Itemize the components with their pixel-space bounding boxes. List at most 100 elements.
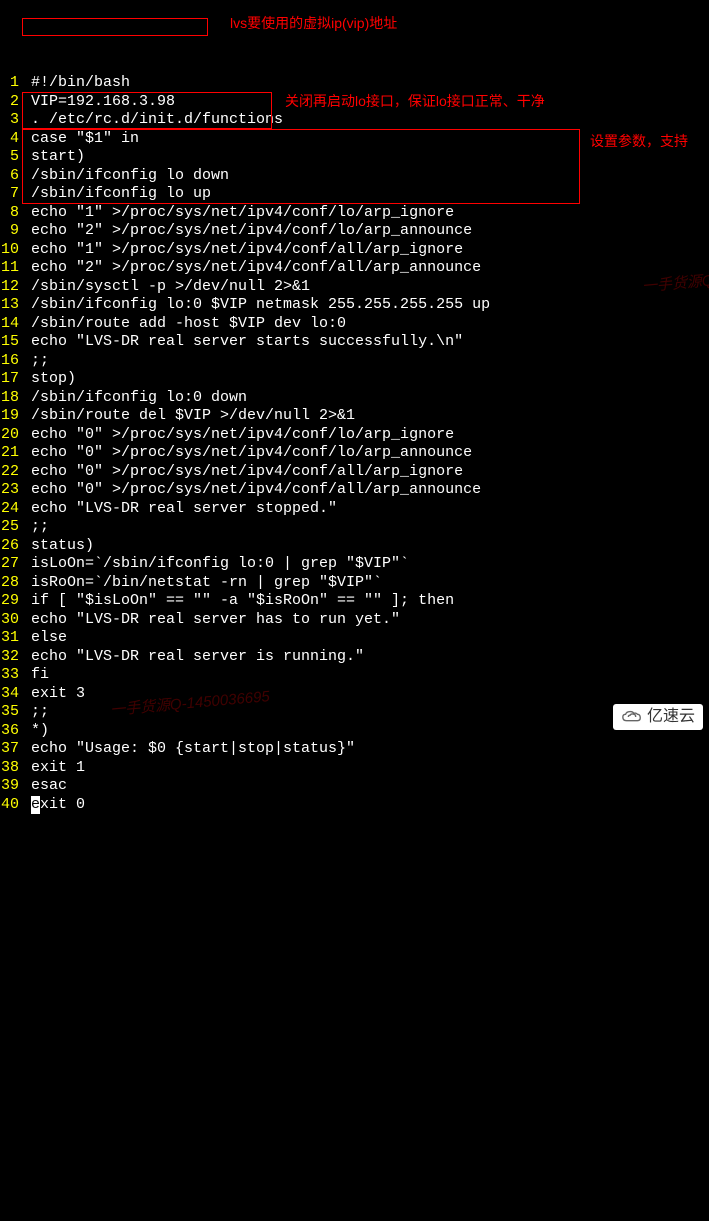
line-number: 7 [0, 185, 22, 204]
line-number: 40 [0, 796, 22, 815]
code-line: 6 /sbin/ifconfig lo down [0, 167, 709, 186]
annotation-ifconfig: 关闭再启动lo接口，保证lo接口正常、干净 [285, 92, 545, 111]
code-text: status) [22, 537, 709, 556]
code-text: /sbin/ifconfig lo:0 down [22, 389, 709, 408]
code-text: /sbin/ifconfig lo up [22, 185, 709, 204]
line-number: 34 [0, 685, 22, 704]
code-line: 27 isLoOn=`/sbin/ifconfig lo:0 | grep "$… [0, 555, 709, 574]
code-text: echo "LVS-DR real server is running." [22, 648, 709, 667]
line-number: 33 [0, 666, 22, 685]
code-line: 8 echo "1" >/proc/sys/net/ipv4/conf/lo/a… [0, 204, 709, 223]
code-text: echo "0" >/proc/sys/net/ipv4/conf/all/ar… [22, 463, 709, 482]
line-number: 39 [0, 777, 22, 796]
line-number: 36 [0, 722, 22, 741]
line-number: 27 [0, 555, 22, 574]
line-number: 1 [0, 74, 22, 93]
code-line: 16 ;; [0, 352, 709, 371]
code-line: 31 else [0, 629, 709, 648]
code-line: 28 isRoOn=`/bin/netstat -rn | grep "$VIP… [0, 574, 709, 593]
line-number: 8 [0, 204, 22, 223]
line-number: 2 [0, 93, 22, 112]
line-number: 38 [0, 759, 22, 778]
line-number: 10 [0, 241, 22, 260]
code-line: 24 echo "LVS-DR real server stopped." [0, 500, 709, 519]
code-text: echo "2" >/proc/sys/net/ipv4/conf/lo/arp… [22, 222, 709, 241]
code-text: isLoOn=`/sbin/ifconfig lo:0 | grep "$VIP… [22, 555, 709, 574]
code-text: /sbin/sysctl -p >/dev/null 2>&1 [22, 278, 709, 297]
line-number: 20 [0, 426, 22, 445]
code-line: 10 echo "1" >/proc/sys/net/ipv4/conf/all… [0, 241, 709, 260]
line-number: 4 [0, 130, 22, 149]
line-number: 16 [0, 352, 22, 371]
line-number: 17 [0, 370, 22, 389]
code-text: echo "1" >/proc/sys/net/ipv4/conf/all/ar… [22, 241, 709, 260]
logo-yisuyun: 亿速云 [613, 704, 703, 731]
code-text: exit 3 [22, 685, 709, 704]
code-line: 11 echo "2" >/proc/sys/net/ipv4/conf/all… [0, 259, 709, 278]
code-line: 23 echo "0" >/proc/sys/net/ipv4/conf/all… [0, 481, 709, 500]
code-text: echo "2" >/proc/sys/net/ipv4/conf/all/ar… [22, 259, 709, 278]
code-line: 37 echo "Usage: $0 {start|stop|status}" [0, 740, 709, 759]
code-line: 15 echo "LVS-DR real server starts succe… [0, 333, 709, 352]
code-text: echo "LVS-DR real server stopped." [22, 500, 709, 519]
code-text: /sbin/route add -host $VIP dev lo:0 [22, 315, 709, 334]
code-text: /sbin/ifconfig lo:0 $VIP netmask 255.255… [22, 296, 709, 315]
code-line: 12 /sbin/sysctl -p >/dev/null 2>&1 [0, 278, 709, 297]
code-text: isRoOn=`/bin/netstat -rn | grep "$VIP"` [22, 574, 709, 593]
code-line: 9 echo "2" >/proc/sys/net/ipv4/conf/lo/a… [0, 222, 709, 241]
code-text: if [ "$isLoOn" == "" -a "$isRoOn" == "" … [22, 592, 709, 611]
line-number: 5 [0, 148, 22, 167]
line-number: 29 [0, 592, 22, 611]
line-number: 28 [0, 574, 22, 593]
line-number: 37 [0, 740, 22, 759]
code-line: 14 /sbin/route add -host $VIP dev lo:0 [0, 315, 709, 334]
code-text: start) [22, 148, 709, 167]
code-line: 5 start) [0, 148, 709, 167]
line-number: 12 [0, 278, 22, 297]
code-text: echo "1" >/proc/sys/net/ipv4/conf/lo/arp… [22, 204, 709, 223]
logo-text: 亿速云 [647, 708, 695, 727]
code-line: 7 /sbin/ifconfig lo up [0, 185, 709, 204]
code-text: echo "LVS-DR real server starts successf… [22, 333, 709, 352]
line-number: 35 [0, 703, 22, 722]
line-number: 14 [0, 315, 22, 334]
line-number: 6 [0, 167, 22, 186]
code-line: 19 /sbin/route del $VIP >/dev/null 2>&1 [0, 407, 709, 426]
code-line: 3 . /etc/rc.d/init.d/functions [0, 111, 709, 130]
line-number: 11 [0, 259, 22, 278]
line-number: 22 [0, 463, 22, 482]
code-text: ;; [22, 352, 709, 371]
code-line: 29 if [ "$isLoOn" == "" -a "$isRoOn" == … [0, 592, 709, 611]
code-text: fi [22, 666, 709, 685]
line-number: 13 [0, 296, 22, 315]
line-number: 25 [0, 518, 22, 537]
code-text: . /etc/rc.d/init.d/functions [22, 111, 709, 130]
line-number: 32 [0, 648, 22, 667]
code-text: /sbin/ifconfig lo down [22, 167, 709, 186]
code-line: 40 exit 0 [0, 796, 709, 815]
code-line: 30 echo "LVS-DR real server has to run y… [0, 611, 709, 630]
code-line: 36 *) [0, 722, 709, 741]
line-number: 30 [0, 611, 22, 630]
code-text: /sbin/route del $VIP >/dev/null 2>&1 [22, 407, 709, 426]
code-text: echo "0" >/proc/sys/net/ipv4/conf/lo/arp… [22, 426, 709, 445]
code-text: ;; [22, 703, 709, 722]
annotation-vip: lvs要使用的虚拟ip(vip)地址 [230, 14, 397, 33]
code-text: echo "0" >/proc/sys/net/ipv4/conf/all/ar… [22, 481, 709, 500]
line-number: 3 [0, 111, 22, 130]
code-line: 20 echo "0" >/proc/sys/net/ipv4/conf/lo/… [0, 426, 709, 445]
line-number: 31 [0, 629, 22, 648]
line-number: 15 [0, 333, 22, 352]
code-line: 22 echo "0" >/proc/sys/net/ipv4/conf/all… [0, 463, 709, 482]
code-text: ;; [22, 518, 709, 537]
line-number: 21 [0, 444, 22, 463]
highlight-box-vip [22, 18, 208, 36]
code-line: 13 /sbin/ifconfig lo:0 $VIP netmask 255.… [0, 296, 709, 315]
code-line: 18 /sbin/ifconfig lo:0 down [0, 389, 709, 408]
code-line: 34 exit 3 [0, 685, 709, 704]
code-line: 38 exit 1 [0, 759, 709, 778]
line-number: 19 [0, 407, 22, 426]
code-line: 26 status) [0, 537, 709, 556]
code-line: 33 fi [0, 666, 709, 685]
code-line: 1 #!/bin/bash [0, 74, 709, 93]
